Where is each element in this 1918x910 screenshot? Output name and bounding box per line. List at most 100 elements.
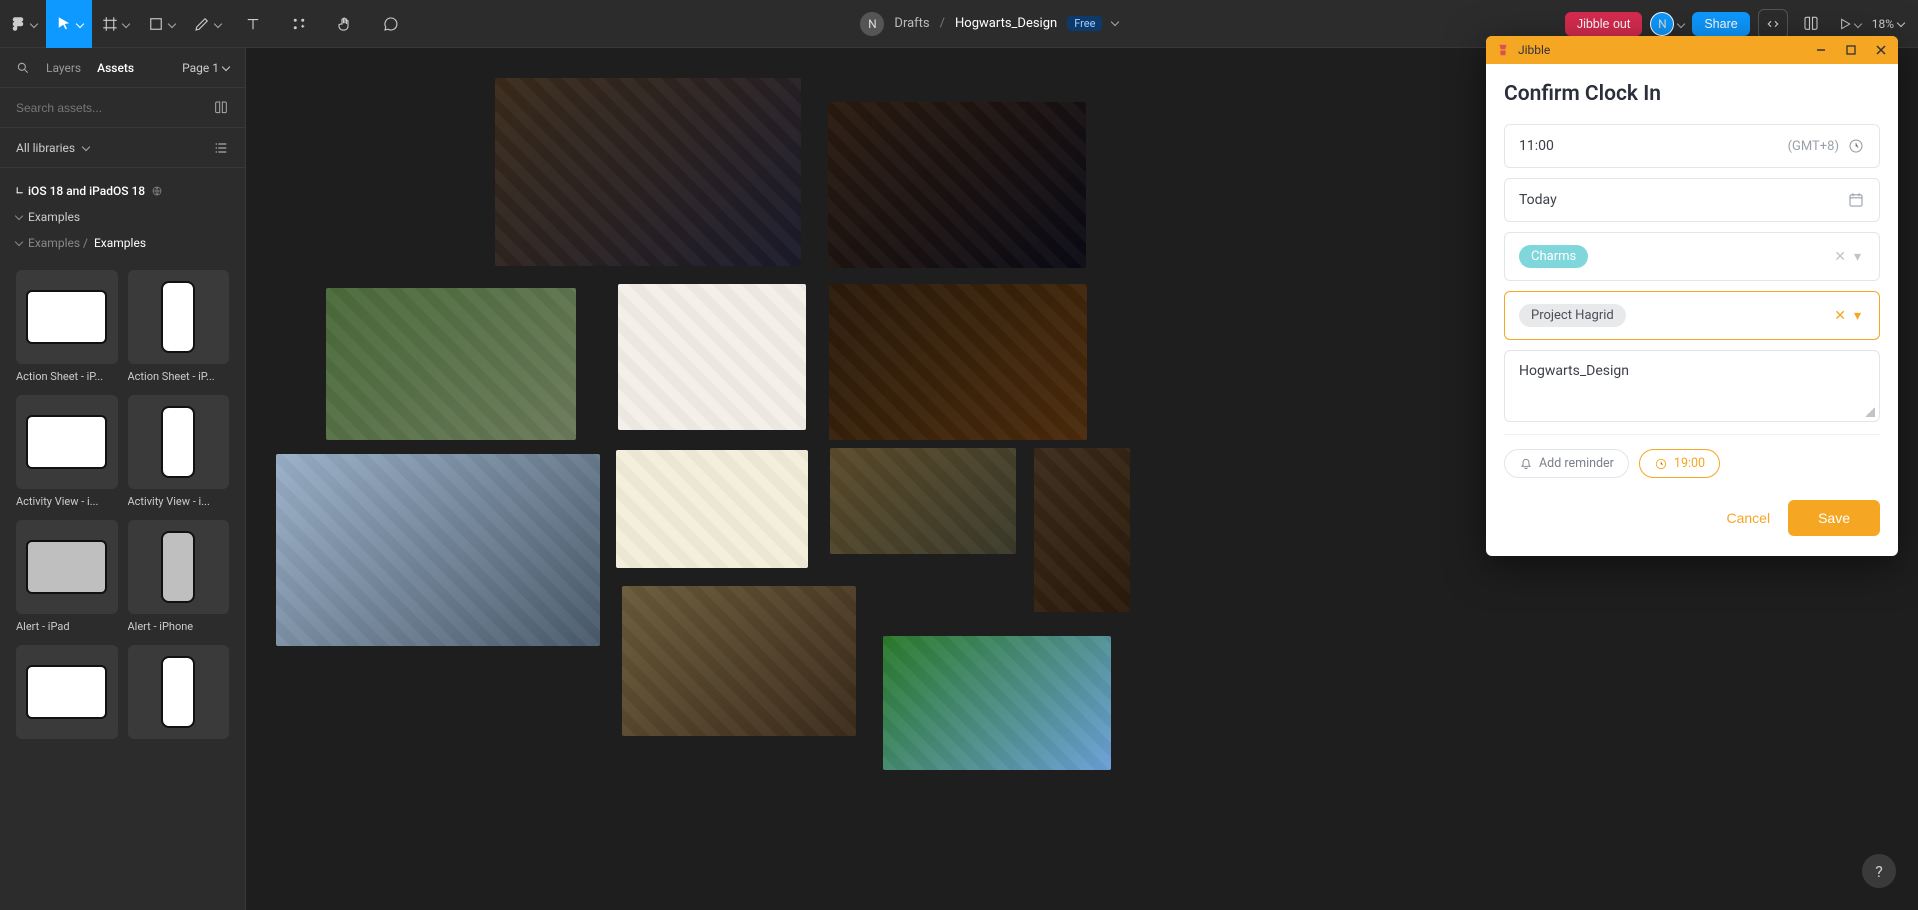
asset-thumb xyxy=(16,395,118,489)
hand-tool-button[interactable] xyxy=(322,0,368,48)
canvas-image[interactable] xyxy=(326,288,576,440)
shape-tool-button[interactable] xyxy=(138,0,184,48)
team-avatar[interactable]: N xyxy=(860,12,884,36)
asset-card[interactable] xyxy=(16,645,118,739)
tree-section[interactable]: iOS 18 and iPadOS 18 xyxy=(16,178,229,204)
add-reminder-label: Add reminder xyxy=(1539,456,1614,471)
zoom-value: 18% xyxy=(1872,17,1894,31)
asset-label: Alert - iPad xyxy=(16,620,118,633)
chevron-down-icon[interactable] xyxy=(1112,16,1118,31)
help-button[interactable]: ? xyxy=(1862,854,1896,888)
time-field[interactable]: 11:00 (GMT+8) xyxy=(1504,124,1880,168)
section-title: iOS 18 and iPadOS 18 xyxy=(28,184,145,198)
jibble-out-button[interactable]: Jibble out xyxy=(1565,12,1643,36)
chevron-down-icon xyxy=(12,184,26,198)
share-button[interactable]: Share xyxy=(1692,12,1749,36)
canvas-image[interactable] xyxy=(830,448,1016,554)
clear-project-button[interactable]: ✕ xyxy=(1830,308,1850,324)
comment-icon xyxy=(382,15,400,33)
pen-tool-button[interactable] xyxy=(184,0,230,48)
jibble-window-title: Jibble xyxy=(1518,43,1550,57)
zoom-control[interactable]: 18% xyxy=(1872,17,1904,31)
cancel-button[interactable]: Cancel xyxy=(1726,510,1770,526)
library-button[interactable] xyxy=(1796,9,1826,39)
asset-card[interactable] xyxy=(128,645,230,739)
breadcrumb-root[interactable]: Drafts xyxy=(894,16,929,31)
tab-assets[interactable]: Assets xyxy=(97,61,134,75)
canvas-image[interactable] xyxy=(622,586,856,736)
chevron-down-icon xyxy=(123,14,129,33)
canvas-image[interactable] xyxy=(1034,448,1130,612)
book-icon[interactable] xyxy=(213,100,229,116)
text-tool-button[interactable] xyxy=(230,0,276,48)
minimize-button[interactable] xyxy=(1814,44,1828,56)
breadcrumb: N Drafts / Hogwarts_Design Free xyxy=(860,12,1118,36)
frame-icon xyxy=(101,15,119,33)
present-button[interactable] xyxy=(1834,9,1864,39)
resize-handle-icon[interactable] xyxy=(1865,407,1875,417)
close-button[interactable] xyxy=(1874,44,1888,56)
resources-button[interactable] xyxy=(276,0,322,48)
code-icon xyxy=(1765,16,1781,32)
asset-card[interactable]: Alert - iPad xyxy=(16,520,118,633)
asset-search-input[interactable] xyxy=(16,101,203,115)
asset-thumb xyxy=(128,645,230,739)
tree-group-examples-nested[interactable]: Examples / Examples xyxy=(16,230,229,256)
canvas-image[interactable] xyxy=(618,284,806,430)
maximize-button[interactable] xyxy=(1844,44,1858,56)
reminder-time-chip[interactable]: 19:00 xyxy=(1639,449,1720,478)
list-view-icon[interactable] xyxy=(213,140,229,156)
tab-layers[interactable]: Layers xyxy=(46,61,81,75)
window-controls xyxy=(1814,44,1888,56)
asset-label: Alert - iPhone xyxy=(128,620,230,633)
clear-activity-button[interactable]: ✕ xyxy=(1830,249,1850,265)
tree-group-examples[interactable]: Examples xyxy=(16,204,229,230)
activity-dropdown-button[interactable]: ▾ xyxy=(1850,249,1865,265)
asset-card[interactable]: Action Sheet - iP... xyxy=(128,270,230,383)
figma-app: N Drafts / Hogwarts_Design Free Jibble o… xyxy=(0,0,1918,910)
asset-card[interactable]: Alert - iPhone xyxy=(128,520,230,633)
dev-mode-button[interactable] xyxy=(1758,9,1788,39)
asset-card[interactable]: Action Sheet - iP... xyxy=(16,270,118,383)
asset-thumb xyxy=(16,270,118,364)
sidebar-tabs: Layers Assets Page 1 xyxy=(0,48,245,88)
activity-field[interactable]: Charms ✕ ▾ xyxy=(1504,232,1880,281)
search-icon[interactable] xyxy=(16,61,30,75)
library-selector[interactable]: All libraries xyxy=(0,128,245,168)
page-selector[interactable]: Page 1 xyxy=(182,61,229,75)
save-button[interactable]: Save xyxy=(1788,500,1880,536)
project-dropdown-button[interactable]: ▾ xyxy=(1850,308,1865,324)
chevron-down-icon xyxy=(16,210,22,224)
asset-card[interactable]: Activity View - i... xyxy=(128,395,230,508)
canvas-image[interactable] xyxy=(883,636,1111,770)
canvas-image[interactable] xyxy=(828,102,1086,268)
add-reminder-button[interactable]: Add reminder xyxy=(1504,449,1629,478)
topbar-right: Jibble out N Share 18% xyxy=(1565,9,1918,39)
asset-thumb xyxy=(128,270,230,364)
group-path: Examples / xyxy=(28,236,88,250)
user-avatar: N xyxy=(1650,12,1674,36)
page-label: Page 1 xyxy=(182,61,219,75)
asset-thumb xyxy=(128,395,230,489)
chevron-down-icon xyxy=(1678,14,1684,33)
note-field[interactable]: Hogwarts_Design xyxy=(1504,350,1880,422)
chevron-down-icon xyxy=(16,236,22,250)
canvas-image[interactable] xyxy=(616,450,808,568)
timezone-label: (GMT+8) xyxy=(1788,139,1839,154)
date-field[interactable]: Today xyxy=(1504,178,1880,222)
asset-card[interactable]: Activity View - i... xyxy=(16,395,118,508)
book-icon xyxy=(1802,15,1820,33)
project-field[interactable]: Project Hagrid ✕ ▾ xyxy=(1504,291,1880,340)
canvas-image[interactable] xyxy=(495,78,801,266)
clock-alert-icon xyxy=(1654,457,1668,471)
file-name[interactable]: Hogwarts_Design xyxy=(955,16,1057,31)
canvas-image[interactable] xyxy=(829,284,1087,440)
comment-tool-button[interactable] xyxy=(368,0,414,48)
frame-tool-button[interactable] xyxy=(92,0,138,48)
library-label: All libraries xyxy=(16,141,75,155)
main-menu-button[interactable] xyxy=(0,0,46,48)
move-tool-button[interactable] xyxy=(46,0,92,48)
canvas-image[interactable] xyxy=(276,454,600,646)
jibble-titlebar[interactable]: Jibble xyxy=(1486,36,1898,64)
user-avatar-menu[interactable]: N xyxy=(1650,12,1684,36)
